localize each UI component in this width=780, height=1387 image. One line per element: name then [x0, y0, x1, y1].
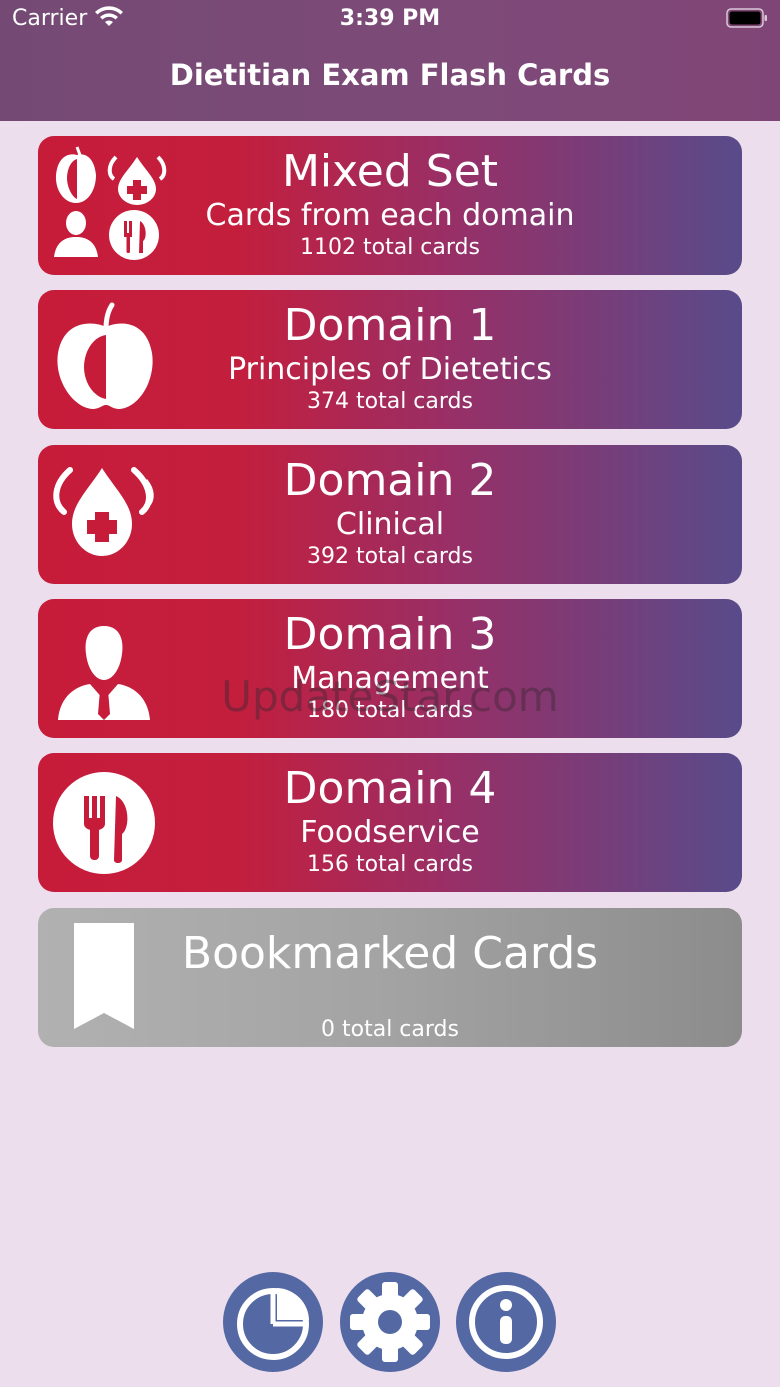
bookmarked-cards-card[interactable]: Bookmarked Cards 0 total cards [38, 908, 742, 1047]
info-button[interactable] [456, 1272, 556, 1372]
navigation-header: Carrier 3:39 PM Dietitian Exam Flash Car… [0, 0, 780, 121]
mixed-set-card[interactable]: Mixed Set Cards from each domain 1102 to… [38, 136, 742, 275]
domain-2-card[interactable]: Domain 2 Clinical 392 total cards [38, 445, 742, 584]
card-text: Domain 2 Clinical 392 total cards [38, 445, 742, 570]
settings-button[interactable] [340, 1272, 440, 1372]
status-time: 3:39 PM [339, 6, 441, 31]
status-bar: Carrier 3:39 PM [0, 0, 780, 40]
card-title: Mixed Set [281, 146, 499, 197]
card-subtitle: Principles of Dietetics [228, 352, 552, 387]
gear-icon [350, 1282, 430, 1362]
domain-3-card[interactable]: Domain 3 Management 180 total cards [38, 599, 742, 738]
card-count: 0 total cards [321, 1017, 459, 1042]
card-count: 374 total cards [307, 389, 473, 414]
card-count: 156 total cards [307, 852, 473, 877]
card-text: Domain 4 Foodservice 156 total cards [38, 753, 742, 878]
card-count: 392 total cards [307, 544, 473, 569]
domain-4-card[interactable]: Domain 4 Foodservice 156 total cards [38, 753, 742, 892]
card-subtitle [38, 982, 742, 1014]
card-text: Bookmarked Cards 0 total cards [38, 908, 742, 1043]
card-count: 1102 total cards [300, 235, 480, 260]
card-text: Domain 3 Management 180 total cards [38, 599, 742, 724]
card-title: Bookmarked Cards [181, 928, 599, 979]
card-title: Domain 2 [283, 455, 497, 506]
card-title: Domain 4 [283, 763, 497, 814]
card-subtitle: Foodservice [300, 815, 480, 850]
card-title: Domain 3 [283, 609, 497, 660]
card-subtitle: Cards from each domain [205, 198, 575, 233]
card-subtitle: Management [291, 661, 489, 696]
card-count: 180 total cards [307, 698, 473, 723]
card-text: Domain 1 Principles of Dietetics 374 tot… [38, 290, 742, 415]
page-title: Dietitian Exam Flash Cards [169, 58, 611, 92]
card-title: Domain 1 [283, 300, 497, 351]
card-subtitle: Clinical [335, 507, 445, 542]
pie-chart-icon [237, 1288, 309, 1360]
statistics-button[interactable] [223, 1272, 323, 1372]
info-icon [469, 1285, 543, 1359]
domain-1-card[interactable]: Domain 1 Principles of Dietetics 374 tot… [38, 290, 742, 429]
card-text: Mixed Set Cards from each domain 1102 to… [38, 136, 742, 261]
battery-icon [726, 8, 767, 28]
